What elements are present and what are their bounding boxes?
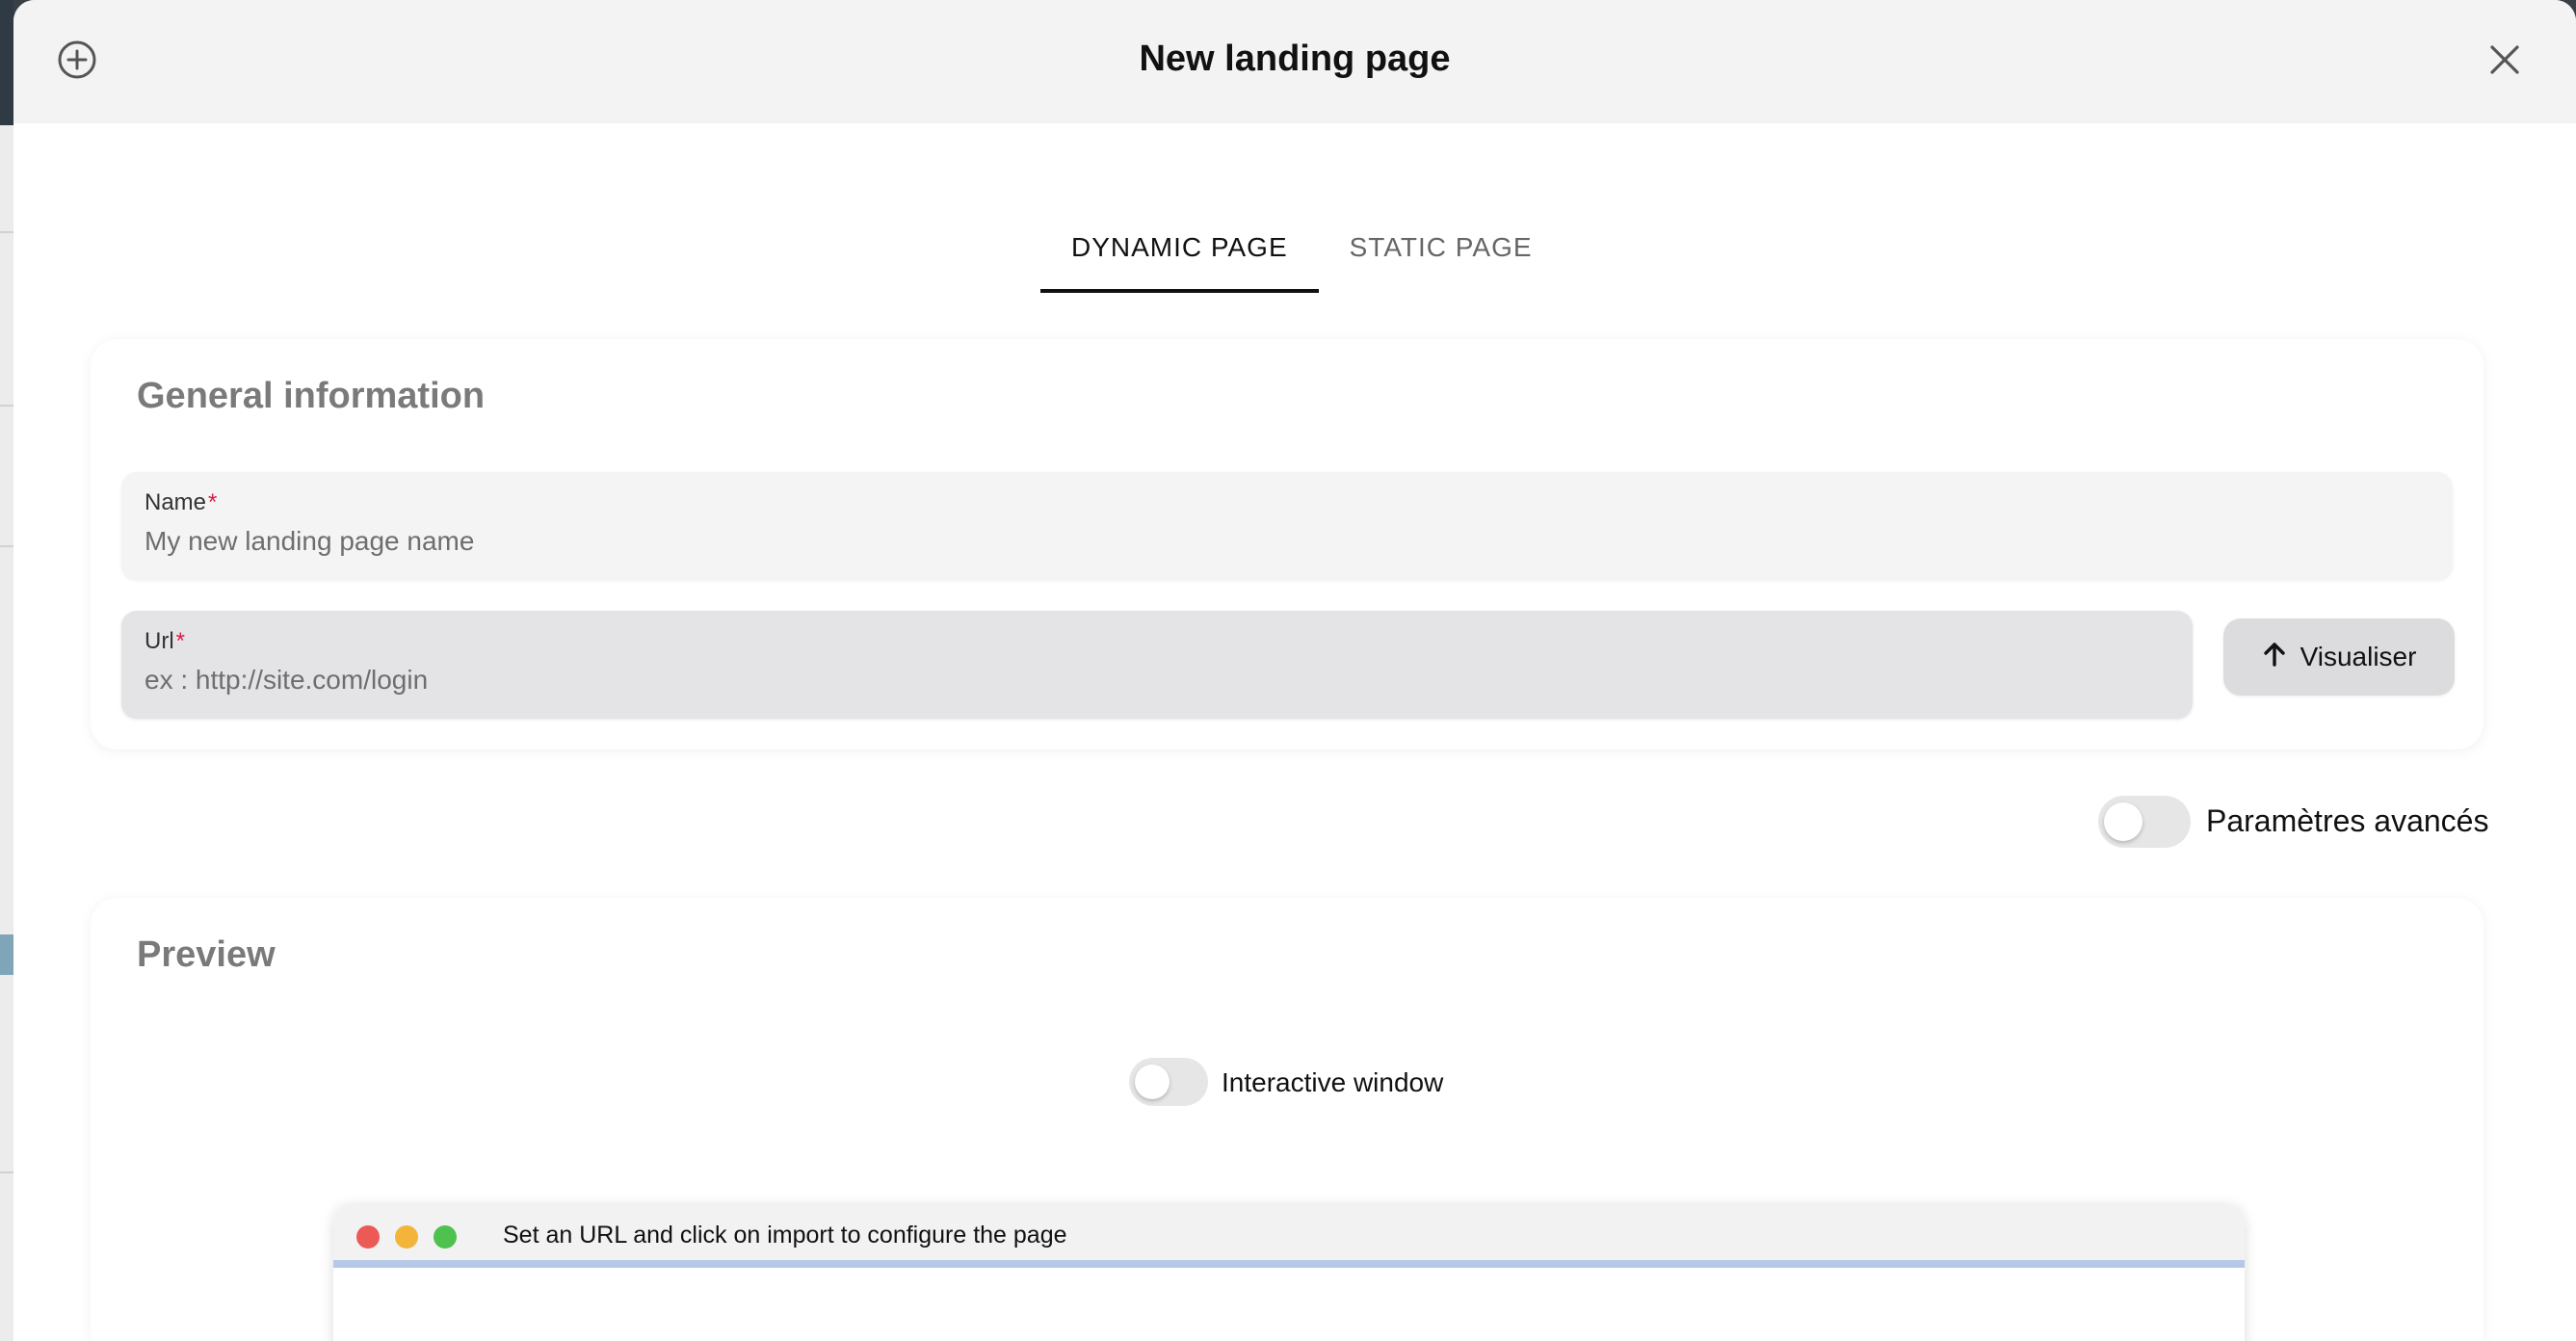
name-label: Name* [145,489,217,516]
loading-bar [333,1260,2245,1268]
name-label-text: Name [145,489,207,515]
background-app [0,0,13,1341]
modal-header: New landing page [13,0,2576,123]
preview-title: Preview [137,934,276,975]
background-button [0,934,13,975]
interactive-window-toggle[interactable] [1129,1058,1208,1106]
interactive-window-label: Interactive window [1222,1067,1444,1097]
tab-dynamic-page[interactable]: DYNAMIC PAGE [1040,214,1319,293]
toggle-knob [1135,1065,1170,1099]
url-field[interactable]: Url* [121,611,2193,719]
page-type-tabs: DYNAMIC PAGE STATIC PAGE [1040,214,1564,293]
url-label-text: Url [145,628,174,654]
visualiser-button[interactable]: Visualiser [2223,618,2455,696]
advanced-settings-label: Paramètres avancés [2206,803,2489,838]
maximize-dot-icon [434,1225,457,1249]
toggle-knob [2104,802,2142,841]
background-divider [0,1171,13,1173]
close-dot-icon [356,1225,380,1249]
preview-browser-window: Set an URL and click on import to config… [333,1204,2245,1341]
required-mark: * [175,628,185,654]
url-label: Url* [145,628,185,655]
general-information-card: General information Name* Url* Visualise… [91,339,2484,749]
visualiser-button-label: Visualiser [2300,642,2417,671]
background-header [0,0,13,125]
advanced-settings-toggle[interactable] [2098,796,2191,848]
new-landing-page-modal: New landing page DYNAMIC PAGE STATIC PAG… [13,0,2576,1341]
general-information-title: General information [137,376,486,416]
close-icon[interactable] [2484,39,2526,81]
name-field[interactable]: Name* [121,472,2453,580]
browser-title-bar: Set an URL and click on import to config… [333,1204,2245,1268]
modal-title: New landing page [1139,39,1451,79]
background-divider [0,545,13,547]
name-input[interactable] [145,522,2430,561]
browser-message: Set an URL and click on import to config… [503,1222,1067,1249]
background-divider [0,405,13,407]
arrow-up-icon [2262,641,2287,674]
background-divider [0,231,13,233]
url-input[interactable] [145,661,2169,699]
minimize-dot-icon [395,1225,418,1249]
required-mark: * [208,489,218,515]
tab-static-page[interactable]: STATIC PAGE [1319,214,1564,293]
